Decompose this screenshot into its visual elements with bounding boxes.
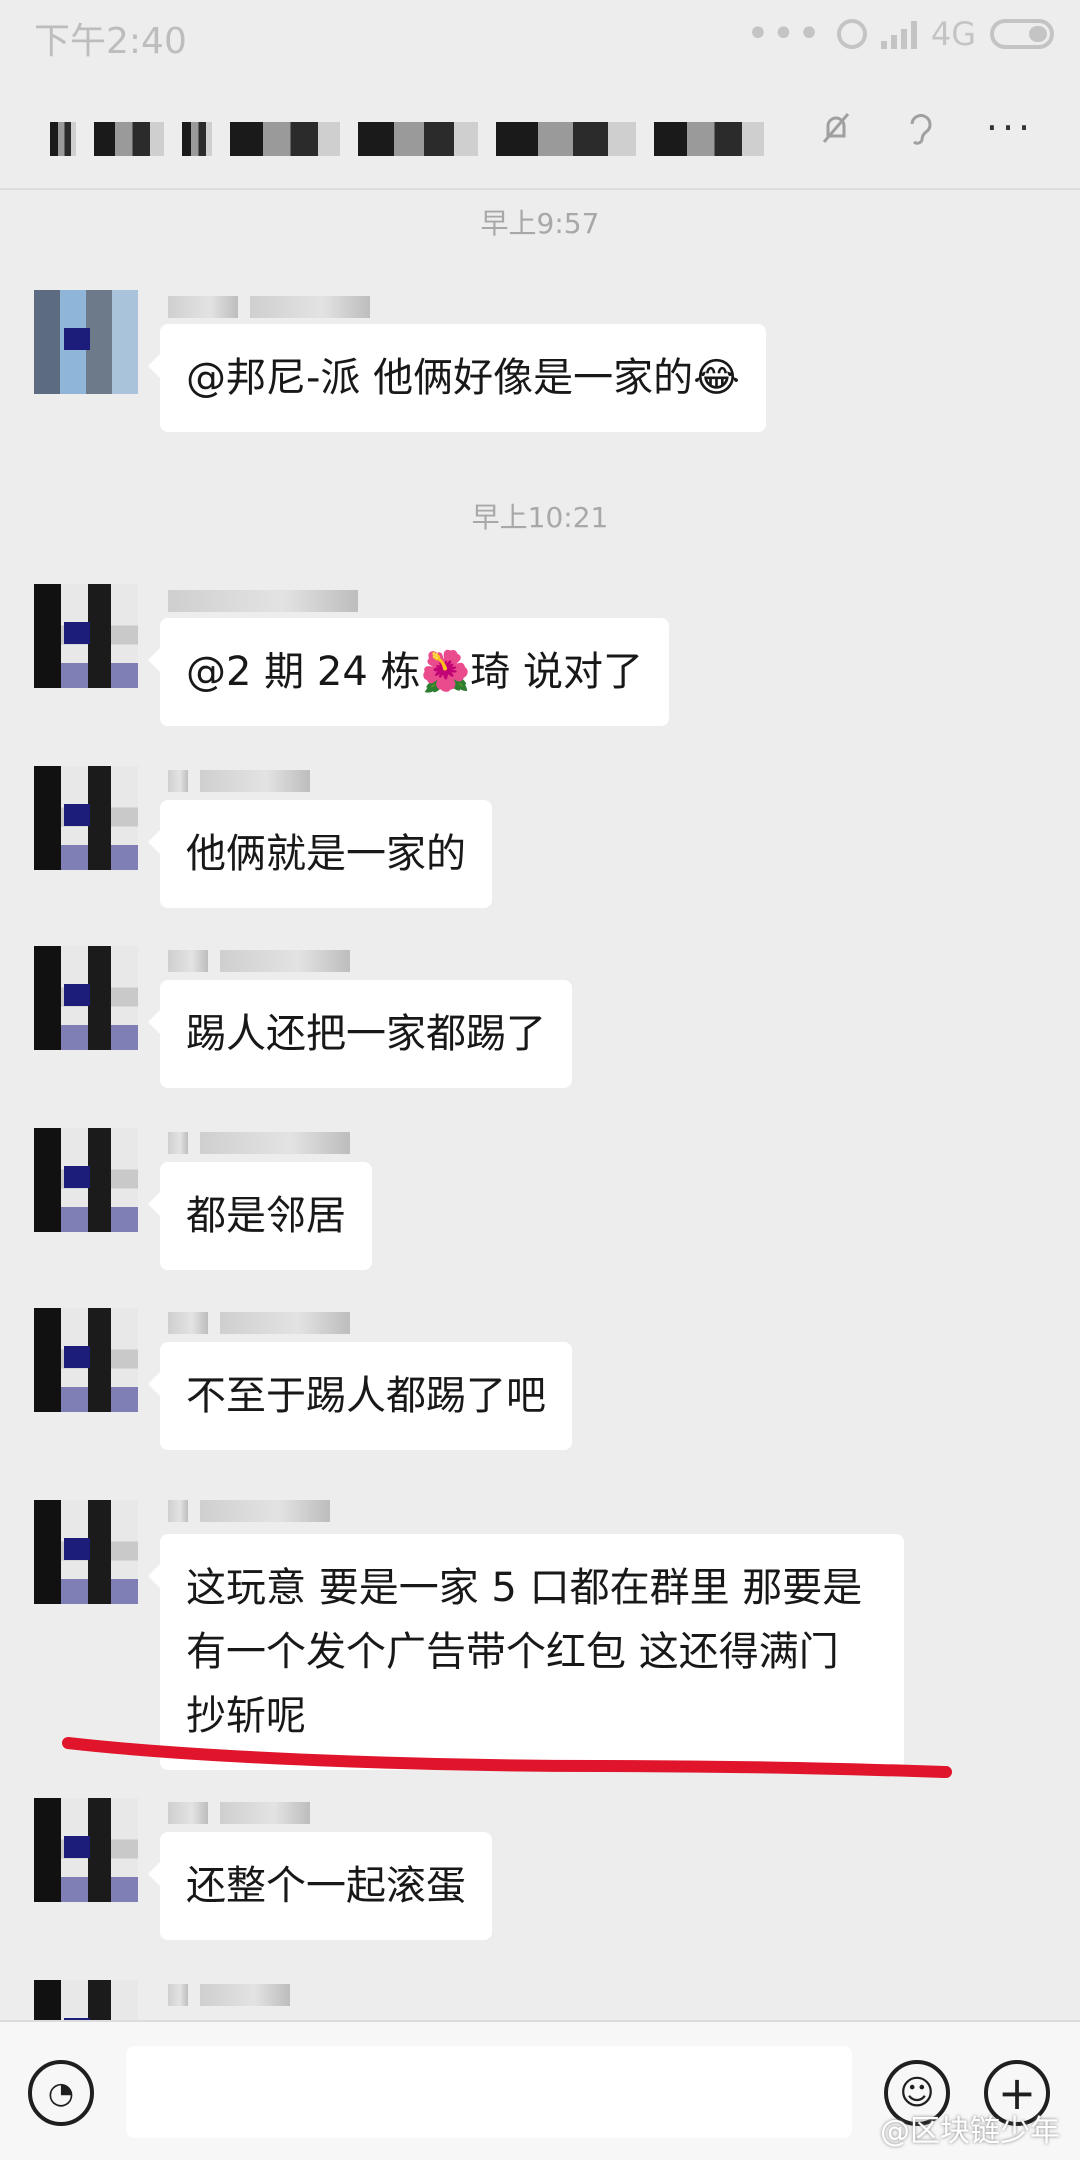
avatar[interactable] (34, 1500, 138, 1604)
avatar[interactable] (34, 766, 138, 870)
message-bubble[interactable]: 这玩意 要是一家 5 口都在群里 那要是有一个发个广告带个红包 这还得满门抄斩呢 (148, 1534, 904, 1770)
status-icons: ••• 4G (746, 10, 1054, 58)
sender-name-pixelated (168, 766, 310, 796)
message-bubble[interactable]: 还整个一起滚蛋 (148, 1832, 492, 1940)
timestamp: 早上10:21 (471, 501, 609, 534)
message-bubble[interactable]: 都是邻居 (148, 1162, 372, 1270)
ear-icon (896, 104, 944, 152)
alarm-icon (836, 19, 867, 49)
header-actions: ··· (812, 104, 1040, 152)
avatar[interactable] (34, 946, 138, 1050)
chat-header: ··· (0, 70, 1080, 190)
avatar[interactable] (34, 1798, 138, 1902)
avatar[interactable] (34, 1308, 138, 1412)
avatar[interactable] (34, 1980, 138, 2020)
voice-input-button[interactable]: ◔ (28, 2060, 94, 2126)
status-time: 下午2:40 (34, 21, 187, 62)
more-options-button[interactable]: ··· (980, 104, 1040, 152)
sender-name-pixelated (168, 1128, 350, 1158)
status-bar: 下午2:40 ••• 4G (0, 0, 1080, 70)
message-bubble[interactable]: 不至于踢人都踢了吧 (148, 1342, 572, 1450)
message-bubble[interactable]: 踢人还把一家都踢了 (148, 980, 572, 1088)
avatar[interactable] (34, 1128, 138, 1232)
sender-name-pixelated (168, 586, 358, 616)
chat-title-pixelated (50, 120, 770, 158)
battery-icon (990, 19, 1054, 49)
message-bubble[interactable]: @邦尼-派 他俩好像是一家的😂 (148, 324, 766, 432)
mute-bell-icon (812, 104, 860, 152)
sender-name-pixelated (168, 1798, 310, 1828)
sender-name-pixelated (168, 946, 350, 976)
sender-name-pixelated (168, 1980, 290, 2010)
network-type: 4G (930, 15, 976, 53)
message-bubble[interactable]: @2 期 24 栋🌺琦 说对了 (147, 618, 670, 726)
message-input[interactable] (126, 2046, 852, 2138)
avatar[interactable] (34, 290, 138, 394)
input-bar: ◔ ☺ + @区块链少年 (0, 2020, 1080, 2160)
signal-icon (880, 19, 917, 49)
sender-name-pixelated (168, 1308, 350, 1338)
watermark: @区块链少年 (880, 2114, 1060, 2149)
chat-area[interactable]: 早上9:57 @邦尼-派 他俩好像是一家的😂 早上10:21 @2 期 24 栋… (0, 190, 1080, 2020)
message-bubble[interactable]: 他俩就是一家的 (148, 800, 492, 908)
timestamp: 早上9:57 (480, 207, 600, 240)
sender-name-pixelated (168, 1496, 330, 1526)
notification-dots-icon: ••• (746, 11, 823, 57)
sender-name-pixelated (168, 292, 370, 322)
avatar[interactable] (34, 584, 138, 688)
